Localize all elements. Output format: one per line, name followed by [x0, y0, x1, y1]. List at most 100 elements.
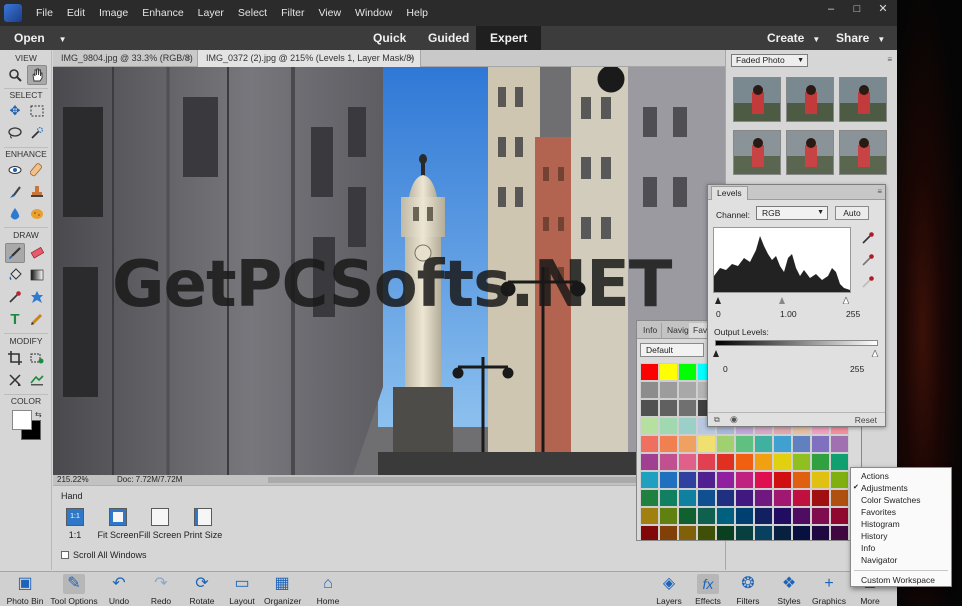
- custom-shape-icon[interactable]: [27, 287, 47, 307]
- effect-thumbnail[interactable]: [839, 77, 887, 122]
- color-swatch[interactable]: [678, 399, 697, 417]
- color-swatch[interactable]: [830, 471, 849, 489]
- color-swatch[interactable]: [735, 507, 754, 525]
- menu-edit[interactable]: Edit: [67, 7, 85, 19]
- color-swatch[interactable]: [735, 453, 754, 471]
- swap-colors-icon[interactable]: ⇆: [35, 410, 42, 419]
- share-button[interactable]: Share ▼: [836, 31, 885, 45]
- visibility-eye-icon[interactable]: ◉: [730, 414, 738, 425]
- color-swatch[interactable]: [735, 489, 754, 507]
- color-swatch[interactable]: [640, 381, 659, 399]
- color-swatch[interactable]: [773, 507, 792, 525]
- redo-button[interactable]: ↷ Redo: [148, 574, 174, 606]
- color-swatch[interactable]: [640, 363, 659, 381]
- color-swatch[interactable]: [640, 471, 659, 489]
- clip-to-layer-icon[interactable]: ⧉: [714, 415, 720, 425]
- input-gamma-value[interactable]: 1.00: [780, 309, 797, 319]
- photo-bin-button[interactable]: ▣ Photo Bin: [6, 574, 44, 606]
- marquee-icon[interactable]: [27, 101, 47, 121]
- input-white-value[interactable]: 255: [846, 309, 860, 319]
- gray-point-eyedropper-icon[interactable]: [860, 253, 876, 269]
- color-swatch[interactable]: [830, 435, 849, 453]
- color-swatch[interactable]: [792, 507, 811, 525]
- graphics-button[interactable]: + Graphics: [812, 574, 846, 606]
- layout-button[interactable]: ▭ Layout: [228, 574, 256, 606]
- color-swatch[interactable]: [792, 489, 811, 507]
- rotate-button[interactable]: ⟳ Rotate: [186, 574, 218, 606]
- menu-item-favorites[interactable]: Favorites: [861, 506, 896, 518]
- close-icon[interactable]: ✕: [875, 2, 891, 16]
- quick-selection-icon[interactable]: [27, 123, 47, 143]
- swatch-set-select[interactable]: Default: [640, 343, 704, 357]
- spot-healing-icon[interactable]: [27, 160, 47, 180]
- menu-filter[interactable]: Filter: [281, 7, 304, 19]
- menu-item-adjustments[interactable]: ✔ Adjustments: [853, 482, 908, 494]
- color-swatch[interactable]: [735, 435, 754, 453]
- color-swatch[interactable]: [678, 381, 697, 399]
- white-point-eyedropper-icon[interactable]: [860, 275, 876, 291]
- color-swatch[interactable]: [678, 525, 697, 540]
- color-swatch[interactable]: [830, 525, 849, 540]
- scroll-all-windows-checkbox[interactable]: Scroll All Windows: [61, 550, 147, 560]
- color-swatch[interactable]: [659, 399, 678, 417]
- layers-button[interactable]: ◈ Layers: [656, 574, 682, 606]
- color-swatch[interactable]: [640, 453, 659, 471]
- color-swatch[interactable]: [830, 453, 849, 471]
- color-swatch[interactable]: [754, 489, 773, 507]
- home-screen-button[interactable]: ⌂ Home Screen: [304, 574, 352, 606]
- color-swatch[interactable]: [659, 525, 678, 540]
- color-swatch[interactable]: [697, 471, 716, 489]
- color-swatch[interactable]: [678, 435, 697, 453]
- color-swatch[interactable]: [754, 525, 773, 540]
- color-swatch[interactable]: [640, 417, 659, 435]
- color-swatch[interactable]: [811, 471, 830, 489]
- filters-button[interactable]: ❂ Filters: [734, 574, 762, 606]
- color-swatch[interactable]: [773, 525, 792, 540]
- color-swatch[interactable]: [754, 507, 773, 525]
- color-swatch[interactable]: [640, 435, 659, 453]
- recompose-icon[interactable]: [27, 348, 47, 368]
- color-swatch[interactable]: [659, 489, 678, 507]
- color-swatch[interactable]: [811, 525, 830, 540]
- channel-select[interactable]: RGB ▼: [756, 206, 828, 220]
- close-tab-icon[interactable]: ×: [186, 50, 191, 67]
- effect-thumbnail[interactable]: [839, 130, 887, 175]
- color-swatch[interactable]: [678, 453, 697, 471]
- menu-enhance[interactable]: Enhance: [142, 7, 183, 19]
- color-swatch[interactable]: [792, 525, 811, 540]
- minimize-icon[interactable]: –: [823, 2, 839, 16]
- panel-menu-icon[interactable]: ≡: [887, 55, 892, 64]
- blur-icon[interactable]: [5, 204, 25, 224]
- menu-layer[interactable]: Layer: [198, 7, 224, 19]
- open-button[interactable]: Open ▼: [14, 31, 67, 45]
- mode-guided[interactable]: Guided: [414, 26, 483, 50]
- menu-item-navigator[interactable]: Navigator: [861, 554, 897, 566]
- color-swatch[interactable]: [659, 363, 678, 381]
- tool-options-button[interactable]: ✎ Tool Options: [48, 574, 100, 606]
- color-swatch[interactable]: [716, 471, 735, 489]
- effect-category-select[interactable]: Faded Photo ▼: [731, 54, 808, 67]
- type-icon[interactable]: T: [5, 309, 25, 329]
- color-swatch[interactable]: [773, 453, 792, 471]
- color-swatch[interactable]: [811, 489, 830, 507]
- color-swatch[interactable]: [735, 471, 754, 489]
- menu-view[interactable]: View: [318, 7, 341, 19]
- color-swatch[interactable]: [640, 525, 659, 540]
- effect-thumbnail[interactable]: [733, 130, 781, 175]
- color-swatch[interactable]: [659, 507, 678, 525]
- zoom-icon[interactable]: [5, 65, 25, 85]
- color-swatch[interactable]: [716, 525, 735, 540]
- brush-icon[interactable]: [5, 243, 25, 263]
- menu-item-history[interactable]: History: [861, 530, 887, 542]
- create-button[interactable]: Create ▼: [767, 31, 820, 45]
- menu-image[interactable]: Image: [99, 7, 128, 19]
- color-swatch[interactable]: [811, 435, 830, 453]
- print-size-button[interactable]: Print Size: [173, 508, 233, 540]
- color-swatch[interactable]: [640, 489, 659, 507]
- color-swatch[interactable]: [659, 453, 678, 471]
- color-swatch[interactable]: [697, 453, 716, 471]
- color-swatch[interactable]: [773, 489, 792, 507]
- foreground-color-swatch[interactable]: [12, 410, 32, 430]
- output-levels-gradient[interactable]: [715, 340, 878, 346]
- color-swatch[interactable]: [659, 435, 678, 453]
